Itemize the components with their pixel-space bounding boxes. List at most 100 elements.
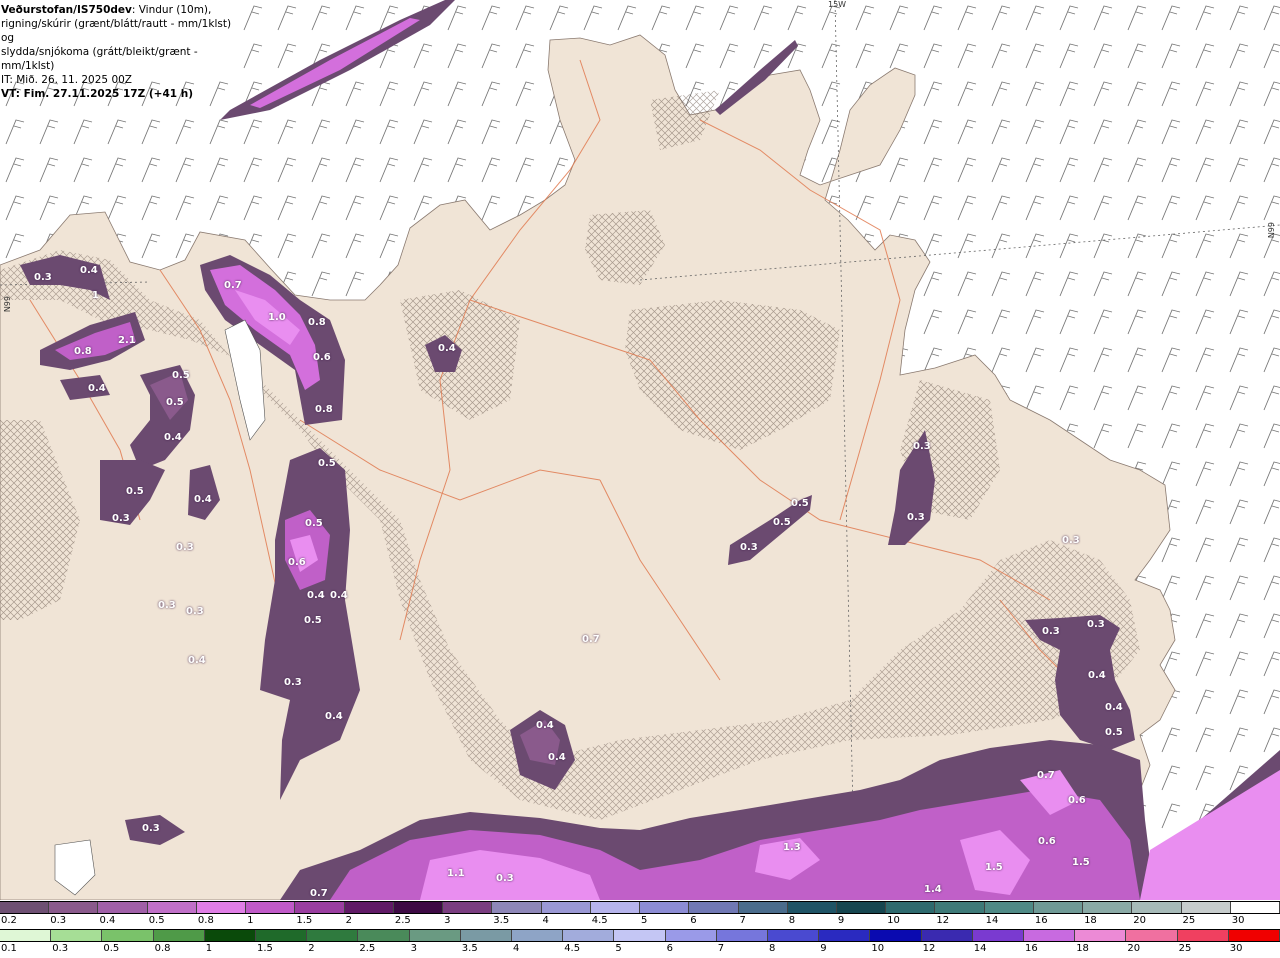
colorbar-swatch bbox=[358, 930, 410, 941]
colorbar-tick-label: 7 bbox=[739, 915, 746, 926]
colorbar-tick-label: 5 bbox=[641, 915, 648, 926]
colorbar-swatch bbox=[0, 902, 50, 913]
precip-value-label: 0.3 bbox=[158, 600, 176, 611]
precip-value-label: 0.5 bbox=[126, 486, 144, 497]
precip-value-label: 0.3 bbox=[34, 272, 52, 283]
precip-value-label: 0.4 bbox=[325, 711, 343, 722]
precip-value-label: 0.5 bbox=[304, 615, 322, 626]
colorbar-tick-label: 20 bbox=[1127, 943, 1141, 954]
precip-value-label: 0.5 bbox=[166, 397, 184, 408]
colorbar-swatch bbox=[541, 902, 591, 913]
colorbar-tick-label: 3 bbox=[410, 943, 417, 954]
colorbar-swatch bbox=[614, 930, 666, 941]
description-line-3: slydda/snjókoma (grátt/bleikt/grænt - mm… bbox=[1, 46, 198, 72]
colorbar-swatch bbox=[246, 902, 296, 913]
colorbar-swatch bbox=[836, 902, 887, 913]
precip-value-label: 1.1 bbox=[447, 868, 465, 879]
precip-value-label: 0.6 bbox=[1038, 836, 1056, 847]
colorbar-tick-label: 0.5 bbox=[103, 943, 120, 954]
precip-value-label: 0.5 bbox=[1105, 727, 1123, 738]
colorbar-tick-label: 0.8 bbox=[154, 943, 171, 954]
precip-value-label: 0.8 bbox=[315, 404, 333, 415]
precip-value-label: 0.5 bbox=[305, 518, 323, 529]
colorbar-swatch bbox=[640, 902, 690, 913]
precip-value-label: 0.6 bbox=[288, 557, 306, 568]
colorbar-tick-label: 0.4 bbox=[99, 915, 116, 926]
precip-value-label: 2.1 bbox=[118, 335, 136, 346]
colorbar-swatch bbox=[460, 930, 513, 941]
description-line-2: rigning/skúrir (grænt/blátt/rautt - mm/1… bbox=[1, 18, 232, 44]
precip-value-label: 0.3 bbox=[1062, 535, 1080, 546]
precip-value-label: 0.4 bbox=[307, 590, 325, 601]
precip-value-label: 0.4 bbox=[330, 590, 348, 601]
precip-value-label: 0.7 bbox=[224, 280, 242, 291]
precip-value-label: 0.3 bbox=[142, 823, 160, 834]
colorbar-swatch bbox=[393, 902, 444, 913]
precip-value-label: 0.4 bbox=[438, 343, 456, 354]
colorbar-swatch bbox=[1230, 902, 1280, 913]
colorbar-swatch bbox=[49, 902, 99, 913]
colorbar-swatch bbox=[1075, 930, 1127, 941]
precip-value-label: 0.5 bbox=[791, 498, 809, 509]
snow-colorbar-ticks: 0.2 0.3 0.4 0.5 0.8 1 1.5 2 2.5 3 3.5 4 4.5 5 6 7 8 9 10 12… bbox=[0, 915, 1280, 929]
precip-value-label: 0.5 bbox=[773, 517, 791, 528]
precip-value-label: 0.3 bbox=[176, 542, 194, 553]
precip-value-label: 0.7 bbox=[310, 888, 328, 899]
colorbar-tick-label: 2 bbox=[308, 943, 315, 954]
colorbar-tick-label: 25 bbox=[1182, 915, 1196, 926]
colorbar-swatch bbox=[153, 930, 205, 941]
weather-map bbox=[0, 0, 1280, 900]
colorbar-tick-label: 16 bbox=[1034, 915, 1048, 926]
colorbar-swatch bbox=[1228, 930, 1280, 941]
colorbar-tick-label: 18 bbox=[1076, 943, 1089, 954]
precip-value-label: 1.5 bbox=[1072, 857, 1090, 868]
colorbar-swatch bbox=[768, 930, 820, 941]
precip-value-label: 0.7 bbox=[1037, 770, 1055, 781]
precip-value-label: 0.8 bbox=[74, 346, 92, 357]
colorbar-tick-label: 1 bbox=[205, 943, 213, 954]
colorbar-tick-label: 16 bbox=[1025, 943, 1038, 954]
precip-value-label: 0.3 bbox=[740, 542, 758, 553]
colorbar-tick-label: 9 bbox=[820, 943, 827, 954]
colorbar-swatch bbox=[196, 902, 247, 913]
colorbar-swatch bbox=[921, 930, 973, 941]
colorbar-tick-label: 20 bbox=[1133, 915, 1147, 926]
colorbar-tick-label: 0.1 bbox=[1, 943, 17, 954]
info-box: Veðurstofan/IS750dev: Vindur (10m), rign… bbox=[0, 0, 238, 100]
colorbar-swatch bbox=[443, 902, 493, 913]
source-title: Veðurstofan/IS750dev bbox=[1, 4, 132, 16]
precip-value-label: 0.5 bbox=[172, 370, 190, 381]
colorbar-swatch bbox=[984, 902, 1034, 913]
colorbar-tick-label: 2 bbox=[345, 915, 352, 926]
colorbar-swatch bbox=[665, 930, 717, 941]
precip-value-label: 0.3 bbox=[496, 873, 514, 884]
init-time: IT: Mið. 26. 11. 2025 00Z bbox=[1, 74, 132, 86]
precip-value-label: 0.8 bbox=[308, 317, 326, 328]
precip-value-label: 0.4 bbox=[164, 432, 182, 443]
precip-value-label: 1 bbox=[92, 290, 99, 301]
colorbar-tick-label: 18 bbox=[1084, 915, 1097, 926]
colorbar-tick-label: 0.5 bbox=[148, 915, 165, 926]
precip-value-label: 0.3 bbox=[913, 441, 931, 452]
colorbar-swatch bbox=[738, 902, 788, 913]
precip-value-label: 0.3 bbox=[1042, 626, 1060, 637]
colorbar-swatch bbox=[1024, 930, 1076, 941]
precip-value-label: 0.4 bbox=[194, 494, 212, 505]
colorbar-tick-label: 12 bbox=[922, 943, 936, 954]
colorbar-swatch bbox=[563, 930, 615, 941]
rain-colorbar bbox=[0, 929, 1280, 942]
colorbar-swatch bbox=[590, 902, 641, 913]
colorbar-swatch bbox=[1126, 930, 1178, 941]
colorbar-tick-label: 10 bbox=[871, 943, 885, 954]
colorbar-tick-label: 8 bbox=[788, 915, 796, 926]
colorbar-swatch bbox=[870, 930, 922, 941]
colorbar-tick-label: 4 bbox=[513, 943, 520, 954]
colorbar-swatch bbox=[1033, 902, 1084, 913]
colorbar-tick-label: 1.5 bbox=[257, 943, 273, 954]
colorbar-swatch bbox=[98, 902, 148, 913]
colorbar-tick-label: 25 bbox=[1178, 943, 1192, 954]
colorbar-tick-label: 2.5 bbox=[359, 943, 376, 954]
colorbar-tick-label: 12 bbox=[936, 915, 950, 926]
colorbar-swatch bbox=[295, 902, 345, 913]
colorbar-tick-label: 14 bbox=[985, 915, 999, 926]
